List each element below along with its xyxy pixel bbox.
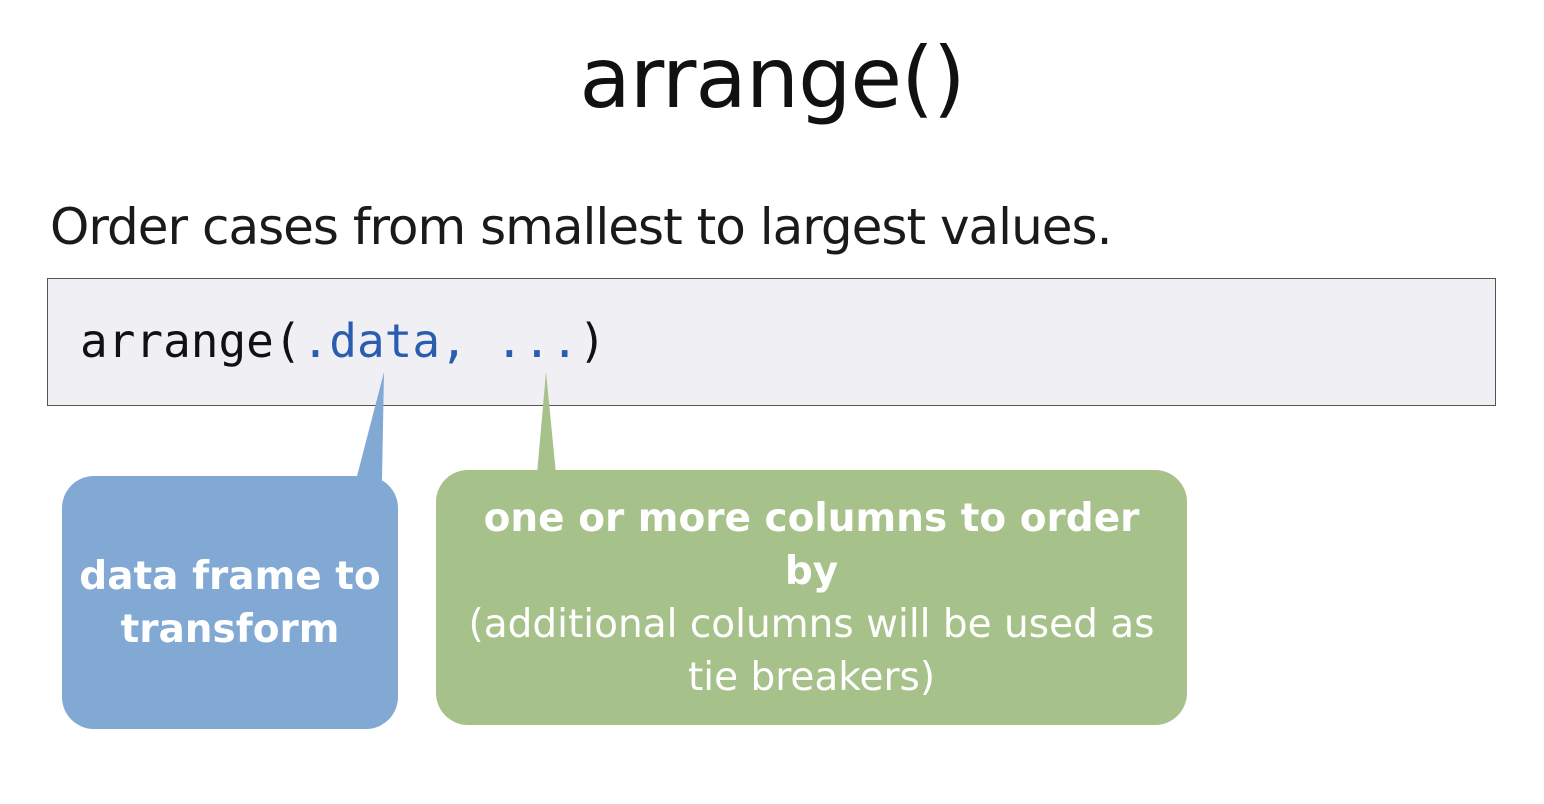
- dots-callout-pointer: [537, 372, 556, 474]
- dots-callout-line2: (additional columns will be used as: [468, 601, 1155, 647]
- dots-callout-text: one or more columns to order by (additio…: [436, 492, 1187, 704]
- dots-callout-bold-line: one or more columns to order by: [483, 495, 1140, 594]
- data-callout-pointer: [356, 372, 384, 480]
- dots-callout-line3: tie breakers): [687, 654, 936, 700]
- data-callout-text: data frame to transform: [65, 550, 394, 656]
- data-callout-line2: transform: [120, 606, 340, 652]
- dots-callout: one or more columns to order by (additio…: [436, 470, 1187, 725]
- data-callout-line1: data frame to: [79, 553, 381, 599]
- data-callout: data frame to transform: [62, 476, 398, 729]
